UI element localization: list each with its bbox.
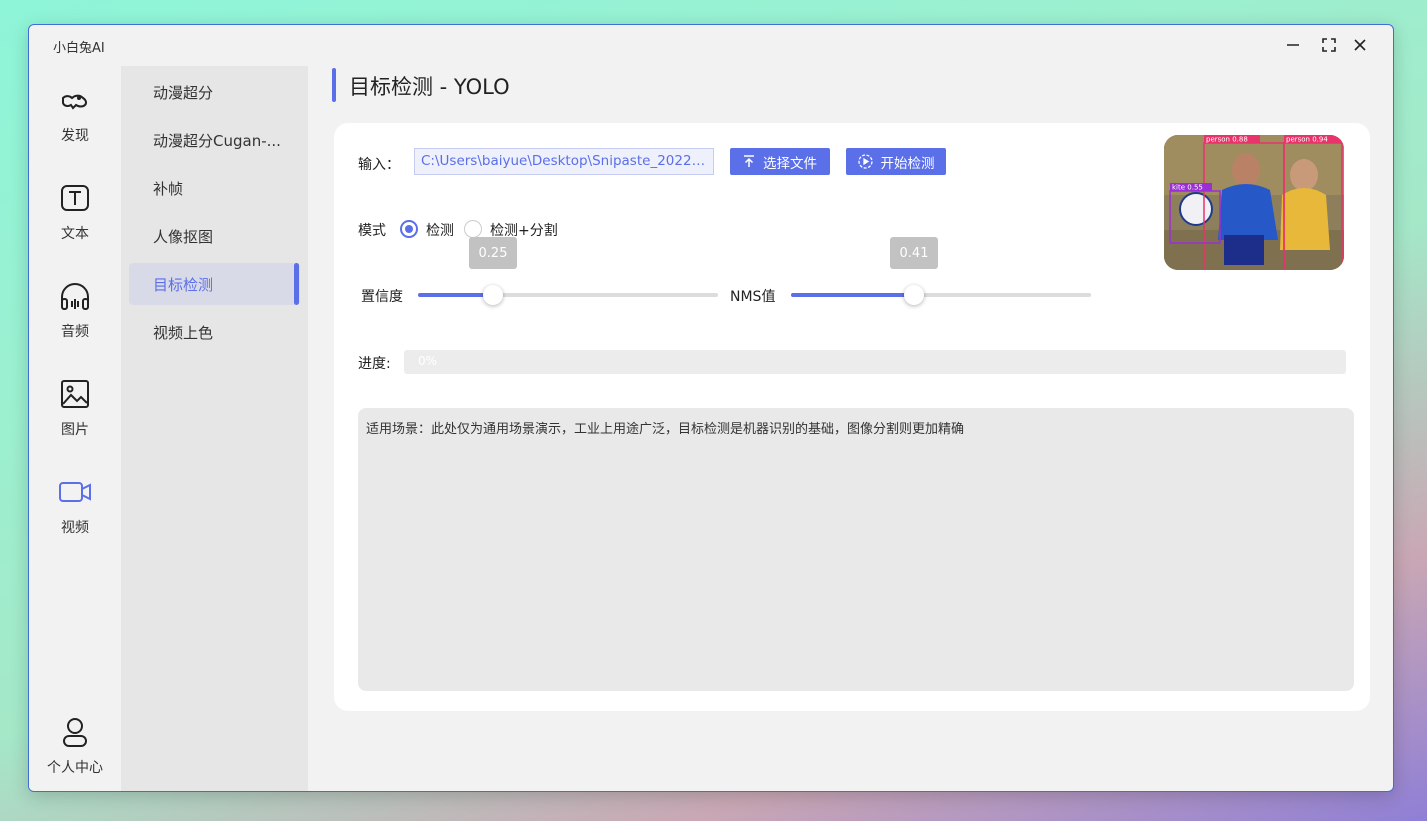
sub-item-frame-interp[interactable]: 补帧 [129,167,300,209]
video-icon [58,475,92,509]
sub-item-anime-sr-cugan[interactable]: 动漫超分Cugan-... [129,119,300,161]
preview-image[interactable]: person 0.88 person 0.94 kite 0.55 [1164,135,1344,270]
text-icon [58,181,92,215]
progress-text: 0% [418,354,438,368]
nms-value-tooltip: 0.41 [890,237,938,269]
close-icon [1354,39,1366,51]
sub-item-portrait-matting[interactable]: 人像抠图 [129,215,300,257]
confidence-slider[interactable]: 0.25 [418,237,718,305]
title-accent-bar [332,68,336,102]
rail-item-label: 视频 [61,520,89,536]
file-path-input[interactable]: C:\Users\baiyue\Desktop\Snipaste_2022-09… [414,148,714,175]
confidence-slider-thumb[interactable] [483,285,503,305]
detection-label: person 0.88 [1206,136,1248,144]
confidence-label: 置信度 [361,289,403,305]
rail-item-image[interactable]: 图片 [29,377,121,457]
mode-radio-detect-seg[interactable] [464,220,482,238]
detection-label: kite 0.55 [1172,184,1203,192]
mode-label: 模式 [358,223,386,239]
nms-slider-thumb[interactable] [904,285,924,305]
sub-item-anime-sr[interactable]: 动漫超分 [129,71,300,113]
app-title: 小白兔AI [53,41,105,56]
detection-card: 输入： C:\Users\baiyue\Desktop\Snipaste_202… [334,123,1370,711]
detection-label: person 0.94 [1286,136,1328,144]
mode-radio-detect[interactable] [400,220,418,238]
select-file-button[interactable]: 选择文件 [730,148,830,175]
sub-menu: 动漫超分 动漫超分Cugan-... 补帧 人像抠图 目标检测 视频上色 [121,66,308,791]
input-label: 输入： [358,157,400,173]
minimize-button[interactable] [1282,34,1304,56]
rail-item-label: 图片 [61,422,89,438]
app-window: 小白兔AI 发现 文本 音频 图片 视频 个人中心 动漫超分 动漫超分Cugan… [28,24,1394,792]
rail-item-text[interactable]: 文本 [29,181,121,261]
rail-item-discover[interactable]: 发现 [29,83,121,163]
description-text: 适用场景：此处仅为通用场景演示，工业上用途广泛，目标检测是机器识别的基础，图像分… [366,422,965,437]
nms-label: NMS值 [730,289,776,305]
upload-icon [744,155,754,167]
mode-option-detect: 检测 [426,223,454,239]
rail-item-video[interactable]: 视频 [29,475,121,555]
user-icon [58,715,92,749]
maximize-icon [1322,38,1336,52]
select-file-label: 选择文件 [763,155,817,172]
rail-item-label: 发现 [61,128,89,144]
rail-item-label: 文本 [61,226,89,242]
play-circle-icon [857,154,873,169]
progress-bar: 0% [404,350,1346,374]
sub-item-object-detection[interactable]: 目标检测 [129,263,300,305]
image-icon [58,377,92,411]
confidence-value-tooltip: 0.25 [469,237,517,269]
start-detection-label: 开始检测 [880,155,935,172]
sub-item-video-colorize[interactable]: 视频上色 [129,311,300,353]
icon-rail: 发现 文本 音频 图片 视频 个人中心 [29,65,121,791]
minimize-icon [1287,44,1299,46]
start-detection-button[interactable]: 开始检测 [846,148,946,175]
active-indicator [294,263,299,305]
rail-item-profile[interactable]: 个人中心 [29,715,121,791]
rail-item-label: 音频 [61,324,89,340]
progress-label: 进度: [358,356,391,372]
title-bar: 小白兔AI [29,25,1393,65]
maximize-button[interactable] [1318,34,1340,56]
rail-item-label: 个人中心 [47,760,103,776]
preview-image-art: person 0.88 person 0.94 kite 0.55 [1164,135,1344,270]
description-box: 适用场景：此处仅为通用场景演示，工业上用途广泛，目标检测是机器识别的基础，图像分… [358,408,1354,691]
confidence-slider-fill [418,293,493,297]
page-title: 目标检测 - YOLO [349,75,510,99]
rail-item-audio[interactable]: 音频 [29,279,121,359]
nms-slider-fill [791,293,914,297]
headphones-icon [58,279,92,313]
discover-icon [58,83,92,117]
nms-slider[interactable]: 0.41 [791,237,1091,305]
close-button[interactable] [1349,34,1371,56]
